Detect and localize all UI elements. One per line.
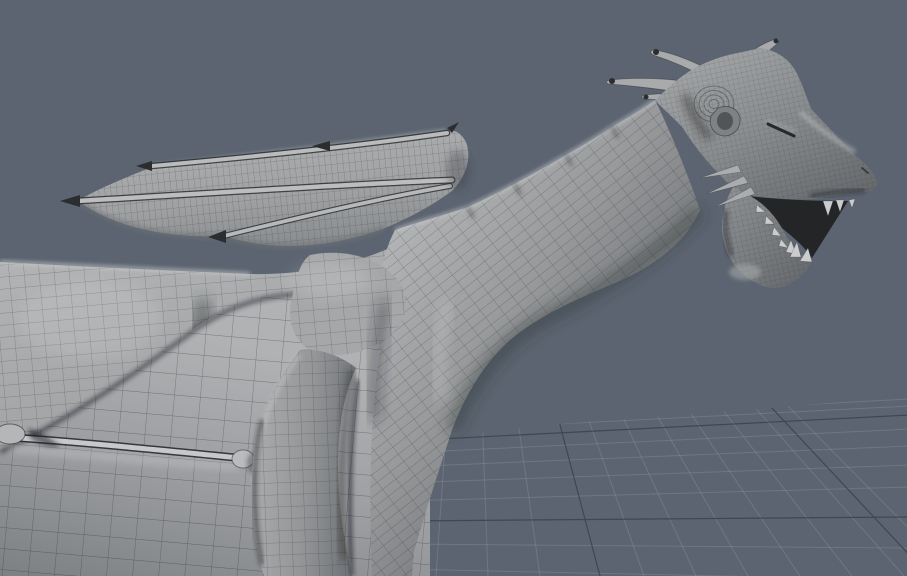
hip-highlight: [20, 280, 160, 360]
wing-knuckle: [0, 424, 25, 444]
wing-wrist-shade: [446, 150, 470, 190]
viewport-canvas[interactable]: [0, 0, 907, 576]
viewport[interactable]: [0, 0, 907, 576]
chin-highlight: [729, 264, 761, 280]
bicep-highlight: [290, 262, 370, 298]
ear-inner-shadow: [717, 112, 733, 130]
